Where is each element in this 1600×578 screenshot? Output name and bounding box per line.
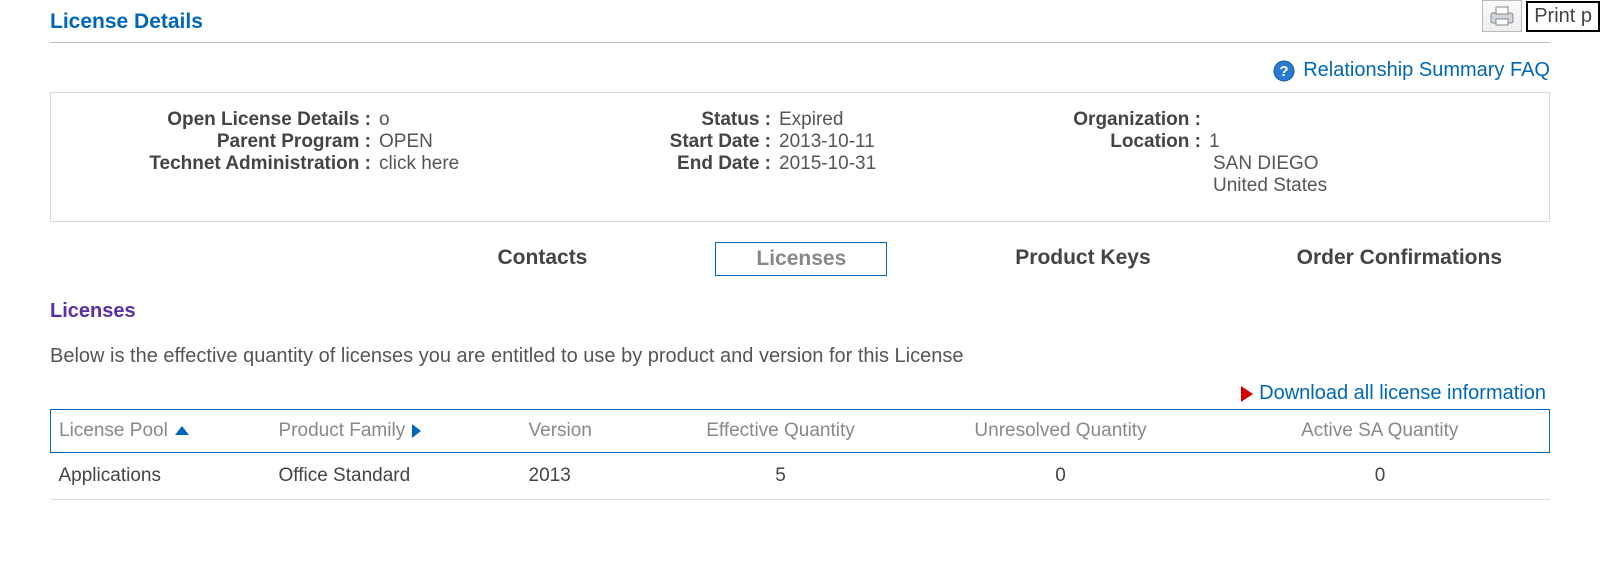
th-version[interactable]: Version: [521, 410, 651, 453]
organization-row: Organization :: [1041, 109, 1529, 131]
location-row: Location : 1: [1041, 131, 1529, 153]
printer-icon[interactable]: [1482, 0, 1522, 32]
section-title: Licenses: [50, 300, 1550, 323]
table-row: Applications Office Standard 2013 5 0 0: [51, 453, 1550, 500]
th-active-sa-qty[interactable]: Active SA Quantity: [1211, 410, 1550, 453]
tab-licenses[interactable]: Licenses: [715, 242, 887, 276]
open-license-row: Open License Details : о: [71, 109, 591, 131]
parent-program-row: Parent Program : OPEN: [71, 131, 591, 153]
svg-text:?: ?: [1280, 63, 1289, 80]
start-date-row: Start Date : 2013-10-11: [631, 131, 1001, 153]
sort-right-icon: [412, 424, 421, 438]
status-label: Status :: [631, 109, 771, 131]
sort-asc-icon: [175, 426, 189, 435]
tabs: Contacts Licenses Product Keys Order Con…: [50, 222, 1550, 282]
parent-program-label: Parent Program :: [71, 131, 371, 153]
start-date-label: Start Date :: [631, 131, 771, 153]
help-icon: ?: [1273, 60, 1295, 82]
technet-row: Technet Administration : click here: [71, 153, 591, 175]
th-license-pool[interactable]: License Pool: [51, 410, 271, 453]
license-table: License Pool Product Family Version Effe…: [50, 409, 1550, 500]
triangle-right-icon: [1241, 386, 1253, 402]
th-effective-qty[interactable]: Effective Quantity: [651, 410, 911, 453]
address-country: United States: [1041, 175, 1529, 197]
open-license-label: Open License Details :: [71, 109, 371, 131]
end-date-row: End Date : 2015-10-31: [631, 153, 1001, 175]
cell-version: 2013: [521, 453, 651, 500]
end-date-value: 2015-10-31: [779, 153, 876, 175]
cell-unresolved-qty: 0: [911, 453, 1211, 500]
th-unresolved-qty[interactable]: Unresolved Quantity: [911, 410, 1211, 453]
download-all-link[interactable]: Download all license information: [1259, 382, 1546, 405]
th-product-family[interactable]: Product Family: [271, 410, 521, 453]
location-value: 1: [1209, 131, 1220, 153]
cell-product-family: Office Standard: [271, 453, 521, 500]
section-description: Below is the effective quantity of licen…: [50, 345, 1550, 368]
address-city: SAN DIEGO: [1041, 153, 1529, 175]
print-button[interactable]: Print p: [1526, 1, 1600, 32]
th-product-family-label: Product Family: [279, 420, 406, 441]
tab-order-confirmations[interactable]: Order Confirmations: [1279, 242, 1520, 276]
cell-active-sa-qty: 0: [1211, 453, 1550, 500]
parent-program-value: OPEN: [379, 131, 433, 153]
location-label: Location :: [1041, 131, 1201, 153]
start-date-value: 2013-10-11: [779, 131, 875, 153]
tab-contacts[interactable]: Contacts: [480, 242, 606, 276]
technet-label: Technet Administration :: [71, 153, 371, 175]
license-details-box: Open License Details : о Parent Program …: [50, 92, 1550, 222]
end-date-label: End Date :: [631, 153, 771, 175]
status-row: Status : Expired: [631, 109, 1001, 131]
open-license-value: о: [379, 109, 390, 131]
organization-label: Organization :: [1041, 109, 1201, 131]
cell-effective-qty: 5: [651, 453, 911, 500]
th-license-pool-label: License Pool: [59, 420, 168, 441]
status-value: Expired: [779, 109, 843, 131]
technet-link[interactable]: click here: [379, 153, 459, 175]
cell-license-pool: Applications: [51, 453, 271, 500]
faq-link[interactable]: Relationship Summary FAQ: [1303, 59, 1550, 82]
tab-product-keys[interactable]: Product Keys: [997, 242, 1168, 276]
page-title: License Details: [50, 10, 1550, 42]
